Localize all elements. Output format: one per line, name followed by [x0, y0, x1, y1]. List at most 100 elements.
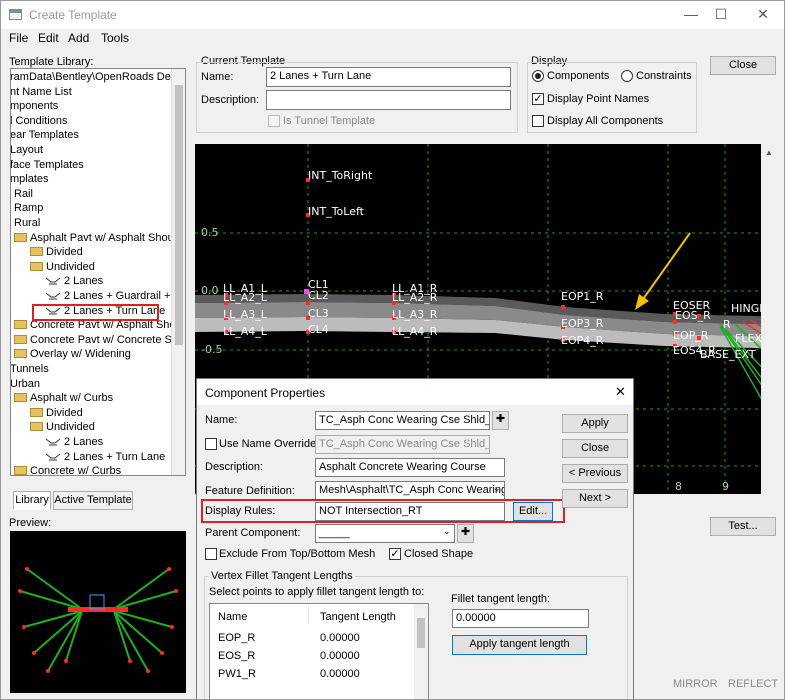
tree-scrollbar[interactable]	[171, 69, 185, 475]
name-override-checkbox[interactable]	[205, 438, 217, 450]
library-tree-item[interactable]: face Templates	[11, 158, 84, 172]
fillet-row[interactable]: PW1_R 0.00000	[210, 667, 416, 685]
library-tree-item[interactable]: 2 Lanes	[45, 274, 103, 288]
fillet-points-list[interactable]: Name Tangent Length EOP_R 0.00000 EOS_R 0.0…	[209, 603, 429, 699]
closed-shape-checkbox[interactable]: ✓	[389, 548, 401, 560]
fillet-length-label: Fillet tangent length:	[451, 593, 551, 605]
library-tree-item[interactable]: Concrete w/ Curbs	[14, 464, 122, 476]
maximize-icon[interactable]: ☐	[698, 1, 744, 29]
library-tree-item[interactable]: Overlay w/ Widening	[14, 347, 131, 361]
label-ll-a3-l: LL_A3_L	[223, 308, 267, 321]
menu-edit[interactable]: Edit	[38, 31, 59, 45]
template-library-tree[interactable]: ramData\Bentley\OpenRoads Design nt Name …	[10, 68, 186, 476]
tab-library[interactable]: Library	[13, 491, 51, 510]
name-override-field[interactable]: TC_Asph Conc Wearing Cse Shld_R	[315, 435, 490, 454]
tunnel-template-checkbox[interactable]	[268, 115, 280, 127]
library-tree-item[interactable]: 2 Lanes + Turn Lane	[45, 450, 166, 464]
fillet-length-field[interactable]: 0.00000	[452, 609, 589, 628]
library-tree-item[interactable]: Divided	[30, 245, 83, 259]
library-tree-item[interactable]: l Conditions	[11, 114, 67, 128]
folder-icon	[14, 466, 27, 475]
display-rules-field[interactable]: NOT Intersection_RT	[315, 502, 505, 521]
component-name-label: Name:	[205, 414, 238, 426]
library-tree-item[interactable]: Urban	[10, 377, 40, 391]
dialog-close-button[interactable]: Close	[562, 439, 628, 458]
library-tree-item[interactable]: Divided	[30, 406, 83, 420]
reflect-status[interactable]: REFLECT	[728, 678, 778, 690]
menu-file[interactable]: File	[9, 31, 28, 45]
folder-icon	[14, 334, 27, 344]
template-description-field[interactable]	[266, 90, 511, 110]
create-template-window: Create Template — ☐ ✕ File Edit Add Tool…	[0, 0, 785, 700]
column-name-header[interactable]: Name	[218, 611, 247, 623]
constraints-radio[interactable]	[621, 70, 633, 82]
next-button[interactable]: Next >	[562, 489, 628, 508]
library-tree-item[interactable]: Asphalt Pavt w/ Asphalt Shoulde	[14, 231, 185, 245]
library-tree-item[interactable]: ramData\Bentley\OpenRoads Design	[11, 70, 185, 84]
library-tree-item[interactable]: Undivided	[30, 260, 95, 274]
apply-tangent-button[interactable]: Apply tangent length	[452, 635, 587, 655]
library-tree-item[interactable]: Concrete Pavt w/ Concrete Sho	[14, 333, 184, 347]
label-eop4-r: EOP4_R	[561, 334, 604, 347]
library-tree-item[interactable]: 2 Lanes + Guardrail + Pa	[45, 289, 185, 303]
close-button[interactable]: Close	[710, 56, 776, 75]
label-ll-a4-l: LL_A4_L	[223, 325, 267, 338]
library-tree-item[interactable]: ear Templates	[11, 128, 79, 142]
parent-dropdown-icon[interactable]: ⌄	[443, 526, 451, 537]
label-ll-a2-l: LL_A2_L	[223, 291, 267, 304]
fillet-row-length: 0.00000	[320, 668, 360, 680]
library-tree-item-label: Concrete w/ Curbs	[30, 465, 122, 476]
fillet-list-scrollbar[interactable]	[414, 604, 428, 699]
close-icon[interactable]: ✕	[740, 1, 784, 29]
name-override-label: Use Name Override:	[219, 438, 320, 450]
dialog-close-icon[interactable]: ✕	[615, 384, 626, 400]
feature-definition-select[interactable]: Mesh\Asphalt\TC_Asph Conc Wearing	[315, 481, 505, 500]
apply-button[interactable]: Apply	[562, 414, 628, 433]
library-tree-item[interactable]: mplates	[11, 172, 49, 186]
exclude-mesh-label: Exclude From Top/Bottom Mesh	[219, 548, 376, 560]
component-name-field[interactable]: TC_Asph Conc Wearing Cse Shld_R	[315, 411, 490, 430]
library-tree-item[interactable]: Rail	[14, 187, 33, 201]
library-tree-item[interactable]: Layout	[11, 143, 43, 157]
library-tree-item[interactable]: 2 Lanes	[45, 435, 103, 449]
fillet-row[interactable]: EOS_R 0.00000	[210, 649, 416, 667]
pick-parent-icon[interactable]: ✚	[457, 524, 474, 543]
display-point-names-checkbox[interactable]: ✓	[532, 93, 544, 105]
exclude-mesh-checkbox[interactable]	[205, 548, 217, 560]
column-length-header[interactable]: Tangent Length	[320, 611, 396, 623]
label-eop3-r: EOP3_R	[561, 317, 604, 330]
parent-component-select[interactable]: _____	[315, 524, 455, 543]
menu-tools[interactable]: Tools	[101, 31, 129, 45]
template-name-label: Name:	[201, 71, 234, 83]
scroll-up-icon[interactable]: ▲	[765, 148, 773, 157]
library-tree-item[interactable]: Rural	[14, 216, 40, 230]
components-radio[interactable]	[532, 70, 544, 82]
pick-component-icon[interactable]: ✚	[492, 411, 509, 430]
library-tree-item[interactable]: nt Name List	[11, 85, 72, 99]
label-ll-a3-r: LL_A3_R	[392, 308, 438, 321]
display-all-components-checkbox[interactable]	[532, 115, 544, 127]
mirror-status[interactable]: MIRROR	[673, 678, 718, 690]
test-button[interactable]: Test...	[710, 517, 776, 536]
fillet-scroll-thumb[interactable]	[417, 618, 425, 648]
fillet-row[interactable]: EOP_R 0.00000	[210, 631, 416, 649]
folder-icon	[14, 349, 27, 359]
label-ll-a2-r: LL_A2_R	[392, 291, 438, 304]
library-tree-item[interactable]: Undivided	[30, 420, 95, 434]
feature-dropdown-icon[interactable]: ⌄	[493, 483, 501, 494]
library-tree-item-label: Divided	[46, 246, 83, 259]
library-tree-item[interactable]: mponents	[11, 99, 58, 113]
library-tree-item-label: 2 Lanes + Turn Lane	[64, 450, 166, 463]
library-tree-item[interactable]: Ramp	[14, 201, 43, 215]
edit-display-rules-button[interactable]: Edit...	[513, 502, 553, 521]
component-description-field[interactable]: Asphalt Concrete Wearing Course	[315, 458, 505, 477]
tree-scroll-thumb[interactable]	[175, 85, 183, 345]
library-tree-item[interactable]: Tunnels	[11, 362, 49, 376]
menu-add[interactable]: Add	[68, 31, 89, 45]
library-tree-item[interactable]: Asphalt w/ Curbs	[14, 391, 113, 405]
previous-button[interactable]: < Previous	[562, 464, 628, 483]
canvas-scrollbar[interactable]: ▲	[761, 144, 778, 494]
library-tree-item-label: Urban	[10, 377, 40, 390]
template-name-field[interactable]: 2 Lanes + Turn Lane	[266, 67, 511, 87]
tab-active-template[interactable]: Active Template	[53, 491, 133, 510]
